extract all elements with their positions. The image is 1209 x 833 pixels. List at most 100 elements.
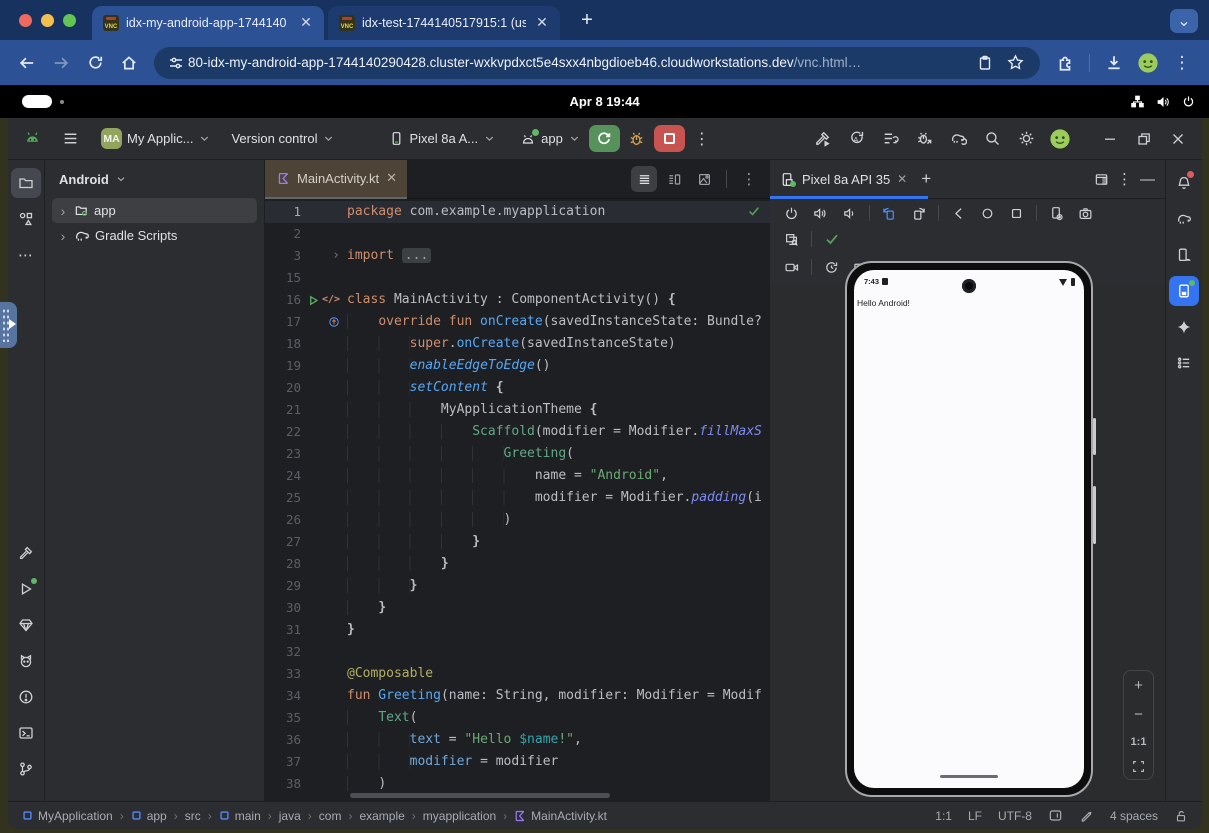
code-line-16[interactable]: 16</>class MainActivity : ComponentActiv… <box>265 289 770 311</box>
tree-item-app[interactable]: ›app <box>52 198 257 223</box>
debug-button[interactable] <box>623 125 651 153</box>
camera-button[interactable] <box>1072 201 1099 225</box>
rotate-right-button[interactable] <box>905 201 932 225</box>
code-line-25[interactable]: 25 modifier = Modifier.padding(i <box>265 487 770 509</box>
tool-stripe-project[interactable] <box>11 168 41 198</box>
add-device-tab-button[interactable]: + <box>921 169 931 189</box>
minimize-window-button[interactable] <box>1096 125 1124 153</box>
confirm-check-button[interactable] <box>818 227 845 251</box>
expand-chevron-icon[interactable]: › <box>57 228 69 244</box>
code-line-30[interactable]: 30 } <box>265 597 770 619</box>
vcs-widget[interactable]: Version control <box>226 124 340 154</box>
tab-close-icon[interactable]: ✕ <box>386 170 397 186</box>
code-line-28[interactable]: 28 } <box>265 553 770 575</box>
bookmark-star-icon[interactable] <box>1000 48 1030 78</box>
code-line-1[interactable]: 1package com.example.myapplication <box>265 201 770 223</box>
reset-button[interactable] <box>818 255 845 279</box>
design-view-icon[interactable] <box>691 166 717 192</box>
tab-search-button[interactable]: ⌄ <box>1170 9 1198 33</box>
attach-debugger-button[interactable] <box>910 125 938 153</box>
code-line-21[interactable]: 21 MyApplicationTheme { <box>265 399 770 421</box>
more-actions-icon[interactable]: ⋮ <box>688 125 716 153</box>
nav-home-button[interactable] <box>974 201 1001 225</box>
screen-record-button[interactable] <box>778 255 805 279</box>
code-view-icon[interactable] <box>631 166 657 192</box>
breadcrumb-item[interactable]: MyApplication <box>22 809 113 823</box>
new-tab-button[interactable]: + <box>574 9 600 32</box>
code-line-3[interactable]: 3›import ... <box>265 245 770 267</box>
settings-button[interactable] <box>1012 125 1040 153</box>
breadcrumb-item[interactable]: myapplication <box>423 809 496 823</box>
emulator-screen[interactable]: 7:43 Hello Android! <box>854 270 1084 788</box>
code-line-2[interactable]: 2 <box>265 223 770 245</box>
panel-options-icon[interactable]: ⋮ <box>1117 170 1132 188</box>
vol-down-button[interactable] <box>836 201 863 225</box>
run-list-button[interactable] <box>876 125 904 153</box>
vol-up-button[interactable] <box>807 201 834 225</box>
screenshot-button[interactable] <box>778 227 805 251</box>
clipboard-icon[interactable] <box>970 48 1000 78</box>
editor-tab-mainactivity[interactable]: MainActivity.kt ✕ <box>265 160 407 199</box>
tab-close-icon[interactable]: ✕ <box>897 172 907 186</box>
hide-panel-icon[interactable]: — <box>1140 171 1155 188</box>
code-line-26[interactable]: 26 ) <box>265 509 770 531</box>
tool-stripe-running-devices[interactable] <box>1169 276 1199 306</box>
breadcrumb-item[interactable]: java <box>279 809 301 823</box>
downloads-icon[interactable] <box>1099 48 1129 78</box>
tool-stripe-gradle[interactable] <box>1169 204 1199 234</box>
power-icon[interactable] <box>1182 95 1195 108</box>
vnc-control-handle[interactable] <box>0 302 17 348</box>
zoom-ratio[interactable]: 1:1 <box>1131 736 1147 748</box>
volume-icon[interactable] <box>1156 95 1170 109</box>
minimize-window-button[interactable] <box>41 14 54 27</box>
code-line-22[interactable]: 22 Scaffold(modifier = Modifier.fillMaxS <box>265 421 770 443</box>
code-line-32[interactable]: 32 <box>265 641 770 663</box>
expand-chevron-icon[interactable]: › <box>57 203 69 219</box>
power-button[interactable] <box>778 201 805 225</box>
code-line-29[interactable]: 29 } <box>265 575 770 597</box>
fold-chevron-icon[interactable]: › <box>332 245 340 267</box>
build-button[interactable] <box>808 125 836 153</box>
breadcrumb-item[interactable]: example <box>359 809 404 823</box>
editor-options-icon[interactable]: ⋮ <box>736 166 762 192</box>
desktop-clock[interactable]: Apr 8 19:44 <box>0 94 1209 109</box>
split-view-icon[interactable] <box>661 166 687 192</box>
breadcrumb-item[interactable]: MainActivity.kt <box>514 809 607 823</box>
nav-overview-button[interactable] <box>1003 201 1030 225</box>
code-line-27[interactable]: 27 } <box>265 531 770 553</box>
address-bar[interactable]: 80-idx-my-android-app-1744140290428.clus… <box>154 47 1040 79</box>
back-icon[interactable] <box>12 48 42 78</box>
code-line-31[interactable]: 31} <box>265 619 770 641</box>
tool-stripe-gemini[interactable] <box>1169 312 1199 342</box>
site-settings-icon[interactable] <box>164 48 188 78</box>
code-editor[interactable]: 1package com.example.myapplication23›imp… <box>265 199 770 801</box>
zoom-in-button[interactable]: + <box>1134 677 1143 694</box>
search-button[interactable] <box>978 125 1006 153</box>
code-line-17[interactable]: 17 override fun onCreate(savedInstanceSt… <box>265 311 770 333</box>
project-widget[interactable]: MA My Applic... <box>96 124 216 154</box>
tool-stripe-vcs[interactable] <box>11 754 41 784</box>
run-config-selector[interactable]: app <box>515 124 586 154</box>
tool-stripe-problems[interactable] <box>11 682 41 712</box>
code-line-36[interactable]: 36 text = "Hello $name!", <box>265 729 770 751</box>
project-view-selector[interactable]: Android <box>45 160 264 198</box>
inspection-ok-icon[interactable] <box>747 204 761 218</box>
breadcrumb-item[interactable]: app <box>131 809 167 823</box>
breadcrumb-item[interactable]: com <box>319 809 342 823</box>
breadcrumb-item[interactable]: main <box>219 809 261 823</box>
code-line-24[interactable]: 24 name = "Android", <box>265 465 770 487</box>
device-settings-button[interactable] <box>1043 201 1070 225</box>
close-window-button[interactable] <box>1164 125 1192 153</box>
tool-stripe-build-tool[interactable] <box>11 538 41 568</box>
lock-icon[interactable] <box>1174 809 1188 823</box>
main-menu-icon[interactable] <box>56 125 84 153</box>
breadcrumb-item[interactable]: src <box>185 809 201 823</box>
rotate-left-button[interactable] <box>876 201 903 225</box>
nav-back-button[interactable] <box>945 201 972 225</box>
restore-window-button[interactable] <box>1130 125 1158 153</box>
code-line-33[interactable]: 33@Composable <box>265 663 770 685</box>
code-line-20[interactable]: 20 setContent { <box>265 377 770 399</box>
browser-tab-2[interactable]: VNC idx-test-1744140517915:1 (us ✕ <box>328 6 560 40</box>
code-line-23[interactable]: 23 Greeting( <box>265 443 770 465</box>
reload-icon[interactable] <box>80 48 110 78</box>
